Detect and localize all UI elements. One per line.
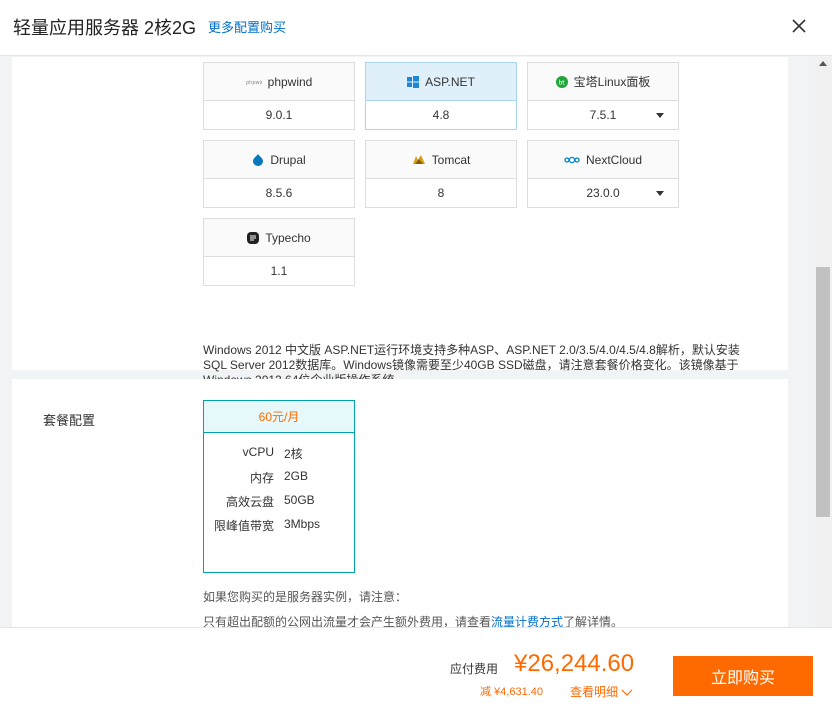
caret-down-icon[interactable] — [656, 113, 664, 118]
image-card-btpanel[interactable]: bt 宝塔Linux面板 7.5.1 — [527, 62, 679, 130]
image-name: Tomcat — [431, 152, 471, 167]
image-card-nextcloud[interactable]: NextCloud 23.0.0 — [527, 140, 679, 208]
nextcloud-icon — [564, 156, 580, 163]
discount-amount: 减 ¥4,631.40 — [480, 686, 543, 698]
spec-row: 高效云盘 50GB — [225, 493, 315, 509]
image-name: phpwind — [267, 74, 313, 89]
scrollbar-thumb[interactable] — [816, 267, 830, 517]
scroll-up-icon[interactable] — [819, 61, 827, 66]
spec-row: 内存 2GB — [249, 469, 309, 485]
image-name: Typecho — [265, 230, 311, 245]
purchase-note: 如果您购买的是服务器实例，请注意： — [203, 590, 408, 604]
order-footer: 应付费用 ¥26,244.60 减 ¥4,631.40 查看明细 立即购买 — [0, 627, 832, 715]
amount-label: 应付费用 — [450, 662, 499, 676]
svg-text:bt: bt — [558, 79, 565, 86]
image-card-drupal[interactable]: Drupal 8.5.6 — [203, 140, 355, 208]
scrollbar[interactable] — [815, 57, 832, 627]
total-price: ¥26,244.60 — [514, 650, 635, 677]
image-version: 9.0.1 — [203, 100, 355, 130]
drupal-icon — [253, 153, 264, 166]
image-panel: phpwind phpwind 9.0.1 ASP.NET 4.8 bt 宝塔L… — [12, 57, 788, 387]
image-version: 23.0.0 — [586, 186, 620, 200]
image-version: 1.1 — [203, 256, 355, 286]
spec-row: 限峰值带宽 3Mbps — [213, 517, 321, 533]
typecho-icon — [247, 231, 260, 244]
package-section-label: 套餐配置 — [43, 413, 96, 428]
caret-down-icon[interactable] — [656, 191, 664, 196]
dialog-title: 轻量应用服务器 2核2G — [13, 18, 197, 38]
view-detail-link[interactable]: 查看明细 — [570, 683, 633, 700]
image-card-aspnet[interactable]: ASP.NET 4.8 — [365, 62, 517, 130]
package-price: 60元/月 — [204, 401, 354, 433]
image-name: NextCloud — [585, 152, 643, 167]
windows-icon — [407, 75, 420, 88]
more-config-link[interactable]: 更多配置购买 — [208, 17, 286, 36]
package-panel: 套餐配置 60元/月 vCPU 2核 内存 2GB 高效云盘 50GB 限峰值带宽 3M… — [12, 379, 788, 627]
chevron-down-icon — [621, 689, 633, 696]
bt-panel-icon: bt — [555, 75, 568, 88]
image-card-phpwind[interactable]: phpwind phpwind 9.0.1 — [203, 62, 355, 130]
image-card-tomcat[interactable]: Tomcat 8 — [365, 140, 517, 208]
traffic-note: 只有超出配额的公网出流量才会产生额外费用，请查看流量计费方式了解详情。 — [203, 615, 624, 627]
buy-now-button[interactable]: 立即购买 — [673, 656, 813, 696]
image-name: ASP.NET — [425, 74, 475, 89]
image-version: 8.5.6 — [203, 178, 355, 208]
image-card-typecho[interactable]: Typecho 1.1 — [203, 218, 355, 286]
image-version: 7.5.1 — [589, 108, 617, 122]
svg-text:phpwind: phpwind — [246, 80, 262, 86]
traffic-billing-link[interactable]: 流量计费方式 — [491, 615, 563, 627]
phpwind-icon: phpwind — [246, 80, 262, 86]
image-version: 8 — [365, 178, 517, 208]
close-icon[interactable] — [788, 15, 810, 37]
image-name: Drupal — [270, 152, 306, 167]
package-specs: vCPU 2核 内存 2GB 高效云盘 50GB 限峰值带宽 3Mbps — [204, 433, 354, 541]
image-version-select[interactable]: 23.0.0 — [527, 178, 679, 208]
dialog-body: phpwind phpwind 9.0.1 ASP.NET 4.8 bt 宝塔L… — [0, 57, 815, 627]
package-card[interactable]: 60元/月 vCPU 2核 内存 2GB 高效云盘 50GB 限峰值带宽 3Mbps — [203, 400, 355, 573]
image-name: 宝塔Linux面板 — [573, 75, 651, 89]
tomcat-icon — [412, 154, 425, 164]
dialog-header: 轻量应用服务器 2核2G 更多配置购买 — [0, 0, 832, 56]
image-version-select[interactable]: 7.5.1 — [527, 100, 679, 130]
image-version: 4.8 — [365, 100, 517, 130]
spec-row: vCPU 2核 — [242, 445, 303, 461]
